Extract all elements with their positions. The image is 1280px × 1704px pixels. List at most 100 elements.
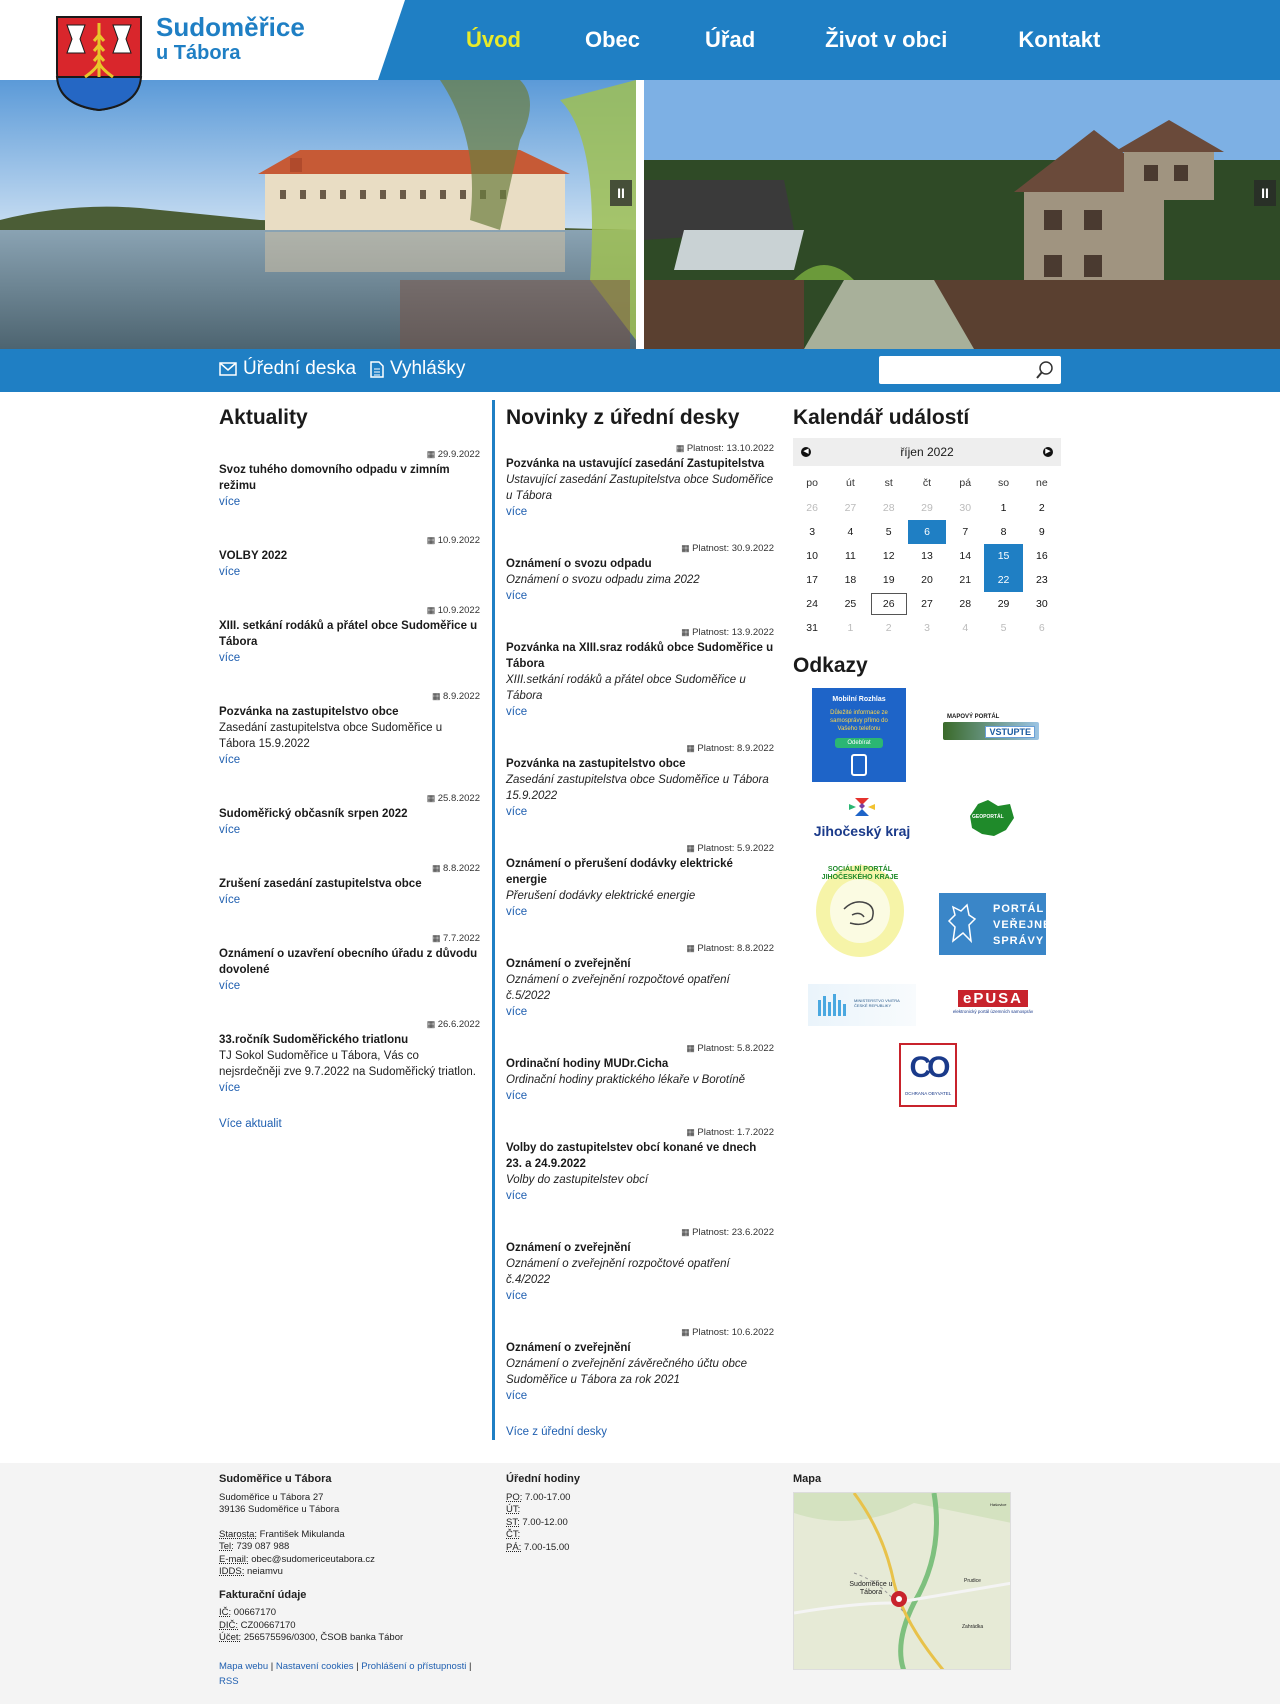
footer-org-title: Sudoměřice u Tábora — [219, 1473, 332, 1485]
pause-button[interactable]: II — [610, 180, 632, 206]
item-date-value: 10.6.2022 — [731, 1327, 774, 1338]
weekday-header: pá — [959, 477, 972, 489]
item-title[interactable]: Oznámení o zveřejnění — [506, 1240, 774, 1256]
more-link[interactable]: více — [506, 1088, 774, 1104]
geoportal-link[interactable]: GEOPORTÁL — [964, 796, 1016, 840]
more-link[interactable]: více — [506, 1288, 774, 1304]
email-value[interactable]: obec@sudomericeutabora.cz — [251, 1554, 375, 1565]
item-title[interactable]: Sudoměřický občasník srpen 2022 — [219, 806, 480, 822]
calendar-day[interactable]: 22 — [984, 568, 1023, 592]
pause-button[interactable]: II — [1254, 180, 1276, 206]
item-title[interactable]: Svoz tuhého domovního odpadu v zimním re… — [219, 462, 480, 494]
accessibility-link[interactable]: Prohlášení o přístupnosti — [361, 1661, 466, 1672]
site-name-line1: Sudoměřice — [156, 12, 305, 42]
item-date-value: 25.8.2022 — [437, 793, 480, 804]
more-link[interactable]: více — [219, 564, 480, 580]
socialni-portal-link[interactable]: SOCIÁLNÍ PORTÁL JIHOČESKÉHO KRAJE — [814, 863, 906, 959]
item-title[interactable]: Oznámení o zveřejnění — [506, 1340, 774, 1356]
item-desc: TJ Sokol Sudoměřice u Tábora, Vás co nej… — [219, 1050, 476, 1078]
item-title[interactable]: VOLBY 2022 — [219, 548, 480, 564]
epusa-link[interactable]: ePUSA elektronický portál územních samos… — [938, 990, 1048, 1020]
more-link[interactable]: více — [219, 1080, 480, 1096]
more-link[interactable]: více — [219, 892, 480, 908]
calendar-day: 26 — [806, 502, 818, 514]
decrees-link[interactable]: Vyhlášky — [370, 358, 465, 380]
calendar-day: 8 — [1000, 526, 1007, 538]
item-desc: Volby do zastupitelstev obcí — [506, 1174, 649, 1186]
coat-of-arms-logo[interactable] — [55, 15, 143, 112]
hours-list: PO: 7.00-17.00 ÚT: ST: 7.00-12.00 ČT: PÁ: … — [506, 1492, 706, 1555]
more-link[interactable]: více — [506, 904, 774, 920]
calendar-day[interactable]: 15 — [984, 544, 1023, 568]
ic-value: 00667170 — [233, 1607, 277, 1618]
more-link[interactable]: více — [506, 504, 774, 520]
item-date: ▦ 10.9.2022 — [427, 532, 480, 549]
item-title[interactable]: XIII. setkání rodáků a přátel obce Sudom… — [219, 618, 480, 650]
more-link[interactable]: více — [219, 822, 480, 838]
site-name[interactable]: Sudoměřice u Tábora — [156, 14, 305, 66]
nav-item-kontakt[interactable]: Kontakt — [1018, 27, 1100, 53]
site-footer: Sudoměřice u Tábora Sudoměřice u Tábora … — [0, 1463, 1280, 1704]
item-title[interactable]: Oznámení o uzavření obecního úřadu z dův… — [219, 946, 480, 978]
calendar-day: 24 — [806, 598, 818, 610]
mobilni-rozhlas-link[interactable]: Mobilní Rozhlas Důležité informace ze sa… — [812, 688, 906, 782]
search-icon[interactable] — [1035, 360, 1055, 380]
tel-value[interactable]: 739 087 988 — [236, 1541, 289, 1552]
valid-label: Platnost: — [692, 627, 730, 638]
cookie-settings-link[interactable]: Nastavení cookies — [276, 1661, 354, 1672]
ministerstvo-link[interactable]: MINISTERSTVO VNITRA ČESKÉ REPUBLIKY — [808, 984, 916, 1026]
more-link[interactable]: více — [506, 1388, 774, 1404]
more-link[interactable]: více — [506, 1004, 774, 1020]
jihocesky-kraj-link[interactable]: Jihočeský kraj — [812, 796, 912, 842]
item-title[interactable]: Volby do zastupitelstev obcí konané ve d… — [506, 1140, 774, 1172]
more-link[interactable]: více — [219, 494, 480, 510]
calendar-heading: Kalendář událostí — [793, 406, 970, 429]
calendar-day: 25 — [844, 598, 857, 610]
item-title[interactable]: Pozvánka na XIII.sraz rodáků obce Sudomě… — [506, 640, 774, 672]
more-link[interactable]: více — [219, 752, 480, 768]
account-label: Účet: — [219, 1632, 242, 1643]
item-date-value: 8.8.2022 — [443, 863, 480, 874]
more-link[interactable]: více — [506, 804, 774, 820]
search-input[interactable] — [879, 356, 1029, 384]
sitemap-link[interactable]: Mapa webu — [219, 1661, 268, 1672]
item-title[interactable]: Pozvánka na zastupitelstvo obce — [219, 704, 480, 720]
item-title[interactable]: Pozvánka na zastupitelstvo obce — [506, 756, 774, 772]
calendar-icon: ▦ — [681, 1327, 693, 1337]
hours-day: PO: — [506, 1491, 523, 1503]
more-link[interactable]: více — [219, 978, 480, 994]
more-link[interactable]: více — [506, 1188, 774, 1204]
official-board-link[interactable]: Úřední deska — [219, 358, 356, 380]
news-item: ▦ 7.7.2022 Oznámení o uzavření obecního ú… — [219, 933, 480, 994]
item-title[interactable]: Oznámení o svozu odpadu — [506, 556, 774, 572]
nav-item-obec[interactable]: Obec — [585, 27, 640, 53]
more-link[interactable]: více — [506, 588, 774, 604]
next-month-icon[interactable]: ▶ — [1043, 447, 1053, 457]
rss-link[interactable]: RSS — [219, 1676, 239, 1687]
item-title[interactable]: Oznámení o přerušení dodávky elektrické … — [506, 856, 774, 888]
calendar-icon: ▦ — [426, 793, 438, 803]
news-column: Aktuality ▦ 29.9.2022 Svoz tuhého domovní… — [219, 392, 480, 1130]
item-title[interactable]: Ordinační hodiny MUDr.Cicha — [506, 1056, 774, 1072]
mapovy-portal-link[interactable]: MAPOVÝ PORTÁL VSTUPTE — [943, 714, 1039, 746]
portal-verejne-spravy-link[interactable]: PORTÁL VEŘEJNÉ SPRÁVY — [939, 893, 1050, 955]
calendar-icon: ▦ — [686, 743, 698, 753]
nav-item-uvod[interactable]: Úvod — [466, 27, 521, 53]
more-link[interactable]: více — [506, 704, 774, 720]
more-link[interactable]: více — [219, 650, 480, 666]
footer-map[interactable]: Sudoměřice u Tábora Prudice Zahrádka Haš… — [793, 1491, 1011, 1670]
nav-item-urad[interactable]: Úřad — [705, 27, 755, 53]
item-title[interactable]: 33.ročník Sudoměřického triatlonu — [219, 1032, 480, 1048]
all-board-link[interactable]: Více z úřední desky — [506, 1426, 774, 1438]
item-title[interactable]: Zrušení zasedání zastupitelstva obce — [219, 876, 480, 892]
ochrana-obyvatel-link[interactable]: CO OCHRANA OBYVATEL — [899, 1043, 957, 1107]
all-news-link[interactable]: Více aktualit — [219, 1118, 480, 1130]
valid-label: Platnost: — [692, 1227, 730, 1238]
hours-time: 7.00-12.00 — [522, 1516, 568, 1528]
calendar-day[interactable]: 6 — [907, 520, 947, 544]
item-title[interactable]: Oznámení o zveřejnění — [506, 956, 774, 972]
nav-item-zivot-v-obci[interactable]: Život v obci — [825, 27, 947, 53]
item-title[interactable]: Pozvánka na ustavující zasedání Zastupit… — [506, 456, 774, 472]
prev-month-icon[interactable]: ◀ — [801, 447, 811, 457]
hours-row: PÁ: 7.00-15.00 — [506, 1542, 706, 1555]
